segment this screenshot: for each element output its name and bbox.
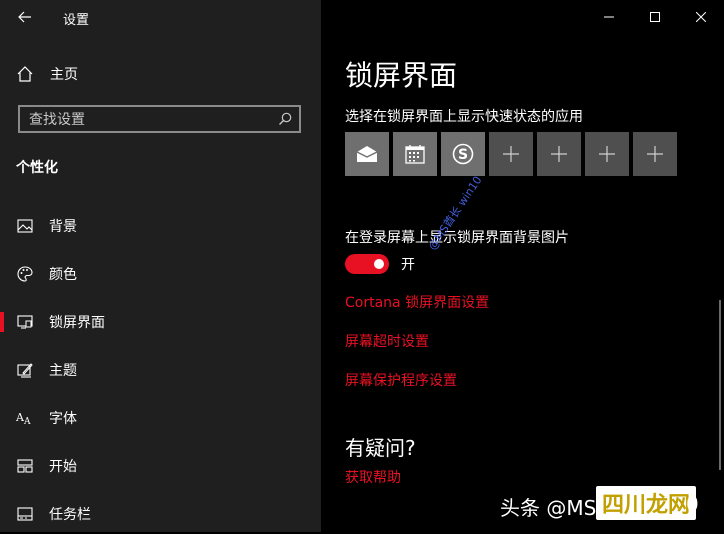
lock-screen-icon — [16, 313, 34, 331]
back-arrow-icon — [18, 11, 31, 23]
sidebar-item-start[interactable]: 开始 — [0, 446, 321, 486]
sidebar-item-label: 锁屏界面 — [49, 315, 105, 331]
svg-text:A: A — [23, 417, 31, 426]
section-title: 个性化 — [16, 160, 58, 176]
add-icon — [599, 146, 615, 162]
quick-tile-add[interactable] — [633, 132, 677, 176]
sidebar-item-label: 主题 — [49, 363, 77, 379]
back-button[interactable] — [8, 4, 42, 30]
minimize-icon — [604, 16, 614, 18]
window-controls — [586, 0, 724, 34]
taskbar-icon — [16, 505, 34, 523]
quick-tile-add[interactable] — [537, 132, 581, 176]
add-icon — [551, 146, 567, 162]
image-icon — [16, 217, 34, 235]
add-icon — [647, 146, 663, 162]
cortana-settings-link[interactable]: Cortana 锁屏界面设置 — [345, 292, 489, 312]
close-icon — [696, 12, 706, 22]
sidebar-item-label: 任务栏 — [49, 507, 91, 523]
skype-icon: S — [452, 143, 474, 165]
show-background-title: 在登录屏幕上显示锁屏界面背景图片 — [345, 230, 569, 246]
start-icon — [16, 457, 34, 475]
sidebar-item-label: 颜色 — [49, 267, 77, 283]
sidebar-item-label: 背景 — [49, 219, 77, 235]
quick-tile-skype[interactable]: S — [441, 132, 485, 176]
svg-text:S: S — [458, 147, 468, 163]
show-background-toggle-row: 开 — [345, 254, 415, 274]
sidebar-item-colors[interactable]: 颜色 — [0, 254, 321, 294]
quick-tile-calendar[interactable] — [393, 132, 437, 176]
scrollbar[interactable] — [719, 300, 721, 470]
theme-icon — [16, 361, 34, 379]
sidebar-item-themes[interactable]: 主题 — [0, 350, 321, 390]
site-stamp: 四川龙网 — [596, 486, 697, 520]
app-title: 设置 — [63, 13, 90, 28]
sidebar-item-fonts[interactable]: AA 字体 — [0, 398, 321, 438]
active-indicator — [0, 312, 4, 332]
mail-icon — [356, 146, 378, 162]
sidebar-item-taskbar[interactable]: 任务栏 — [0, 494, 321, 534]
toggle-state-label: 开 — [401, 257, 415, 273]
maximize-button[interactable] — [632, 0, 678, 34]
search-input[interactable]: 查找设置 — [20, 109, 271, 129]
close-button[interactable] — [678, 0, 724, 34]
search-icon[interactable] — [271, 107, 299, 131]
watermark-suffix: 0 — [686, 492, 699, 516]
font-icon: AA — [16, 409, 34, 427]
show-background-toggle[interactable] — [345, 254, 389, 274]
sidebar-item-label: 开始 — [49, 459, 77, 475]
home-icon — [17, 66, 33, 82]
add-icon — [503, 146, 519, 162]
faq-title: 有疑问? — [345, 436, 416, 460]
quick-tile-mail[interactable] — [345, 132, 389, 176]
sidebar: 设置 主页 查找设置 个性化 背景 颜色 锁屏界面 主题 A A 字体 开始 任… — [0, 0, 321, 532]
get-help-link[interactable]: 获取帮助 — [345, 467, 401, 487]
toggle-knob — [374, 259, 384, 269]
screen-timeout-link[interactable]: 屏幕超时设置 — [345, 331, 429, 351]
palette-icon — [16, 265, 34, 283]
home-label: 主页 — [50, 67, 78, 83]
search-box[interactable]: 查找设置 — [18, 105, 301, 133]
home-nav-item[interactable]: 主页 — [16, 62, 78, 86]
sidebar-item-label: 字体 — [49, 411, 77, 427]
calendar-icon — [405, 145, 425, 164]
sidebar-item-lock-screen[interactable]: 锁屏界面 — [0, 302, 321, 342]
quick-status-tiles: S — [345, 132, 677, 176]
minimize-button[interactable] — [586, 0, 632, 34]
quick-tile-add[interactable] — [489, 132, 533, 176]
page-title: 锁屏界面 — [345, 59, 458, 92]
quick-tile-add[interactable] — [585, 132, 629, 176]
quick-status-title: 选择在锁屏界面上显示快速状态的应用 — [345, 109, 583, 125]
maximize-icon — [650, 12, 660, 22]
screensaver-settings-link[interactable]: 屏幕保护程序设置 — [345, 370, 457, 390]
main-content: 锁屏界面 选择在锁屏界面上显示快速状态的应用 S 在登录屏幕上显示锁屏界面背景图… — [321, 0, 724, 532]
sidebar-item-background[interactable]: 背景 — [0, 206, 321, 246]
bottom-watermark: 头条 @MS — [500, 496, 597, 520]
